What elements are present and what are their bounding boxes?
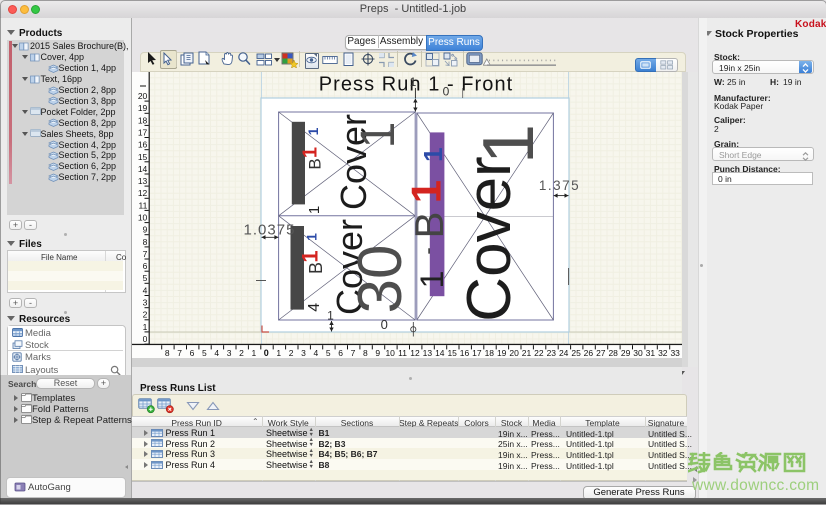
svg-text:24: 24 (559, 348, 569, 358)
svg-text:4: 4 (306, 303, 323, 312)
svg-text:7: 7 (177, 348, 182, 358)
svg-text:9: 9 (375, 348, 380, 358)
svg-text:1: 1 (403, 180, 450, 203)
svg-text:3: 3 (227, 348, 232, 358)
svg-text:31: 31 (646, 348, 656, 358)
svg-text:1: 1 (410, 75, 417, 89)
svg-text:10: 10 (138, 213, 148, 223)
svg-text:3: 3 (301, 348, 306, 358)
svg-text:13: 13 (423, 348, 433, 358)
svg-text:6: 6 (338, 348, 343, 358)
svg-text:8: 8 (165, 348, 170, 358)
svg-text:20: 20 (509, 348, 519, 358)
svg-text:20: 20 (138, 91, 148, 101)
svg-text:Cover: Cover (455, 156, 524, 321)
svg-text:17: 17 (138, 127, 148, 137)
svg-text:8: 8 (143, 237, 148, 247)
svg-text:1: 1 (414, 271, 450, 289)
svg-text:4: 4 (143, 285, 148, 295)
svg-text:12: 12 (138, 188, 148, 198)
svg-text:23: 23 (547, 348, 557, 358)
svg-text:0: 0 (143, 334, 148, 344)
svg-text:0: 0 (264, 348, 269, 358)
svg-text:1.375: 1.375 (539, 178, 580, 193)
svg-text:1: 1 (469, 124, 549, 164)
svg-text:5: 5 (143, 273, 148, 283)
svg-text:18: 18 (485, 348, 495, 358)
svg-text:B: B (306, 262, 326, 274)
svg-text:27: 27 (596, 348, 606, 358)
svg-text:10: 10 (385, 348, 395, 358)
svg-text:13: 13 (138, 176, 148, 186)
svg-text:28: 28 (608, 348, 618, 358)
svg-text:33: 33 (670, 348, 680, 358)
svg-text:1: 1 (252, 348, 257, 358)
svg-text:16: 16 (138, 140, 148, 150)
svg-text:19: 19 (497, 348, 507, 358)
svg-text:15: 15 (447, 348, 457, 358)
svg-text:19: 19 (138, 103, 148, 113)
svg-text:6: 6 (143, 261, 148, 271)
svg-text:2: 2 (239, 348, 244, 358)
svg-text:30: 30 (633, 348, 643, 358)
svg-text:14: 14 (138, 164, 148, 174)
svg-text:3: 3 (143, 298, 148, 308)
svg-text:15: 15 (138, 152, 148, 162)
svg-text:5: 5 (202, 348, 207, 358)
svg-text:1.0375: 1.0375 (244, 222, 296, 239)
svg-text:26: 26 (584, 348, 594, 358)
svg-text:0: 0 (443, 85, 450, 99)
svg-text:11: 11 (138, 200, 147, 210)
svg-text:B: B (408, 212, 452, 239)
svg-text:1: 1 (352, 122, 405, 149)
svg-text:16: 16 (460, 348, 470, 358)
svg-text:11: 11 (398, 348, 407, 358)
svg-text:21: 21 (522, 348, 532, 358)
svg-text:2: 2 (143, 310, 148, 320)
svg-text:17: 17 (472, 348, 482, 358)
svg-text:1: 1 (418, 147, 448, 161)
svg-text:9: 9 (143, 225, 148, 235)
svg-text:12: 12 (410, 348, 420, 358)
svg-text:1: 1 (306, 206, 323, 214)
svg-text:30: 30 (346, 245, 415, 314)
svg-text:B: B (306, 158, 325, 169)
svg-text:5: 5 (326, 348, 331, 358)
svg-text:-: - (415, 247, 440, 254)
svg-text:4: 4 (214, 348, 219, 358)
svg-text:18: 18 (138, 115, 148, 125)
svg-text:25: 25 (571, 348, 581, 358)
svg-text:7: 7 (351, 348, 356, 358)
svg-text:1: 1 (276, 348, 281, 358)
svg-text:8: 8 (363, 348, 368, 358)
svg-text:29: 29 (621, 348, 631, 358)
svg-text:1: 1 (143, 322, 148, 332)
svg-text:1: 1 (327, 309, 334, 323)
svg-text:0: 0 (381, 317, 388, 332)
svg-text:2: 2 (289, 348, 294, 358)
svg-text:4: 4 (314, 348, 319, 358)
svg-text:32: 32 (658, 348, 668, 358)
svg-text:1: 1 (304, 233, 320, 241)
svg-text:6: 6 (190, 348, 195, 358)
svg-text:7: 7 (143, 249, 148, 259)
svg-text:1: 1 (298, 250, 323, 262)
svg-text:1: 1 (300, 147, 322, 158)
svg-text:1: 1 (305, 127, 321, 135)
svg-text:14: 14 (435, 348, 445, 358)
svg-text:22: 22 (534, 348, 544, 358)
